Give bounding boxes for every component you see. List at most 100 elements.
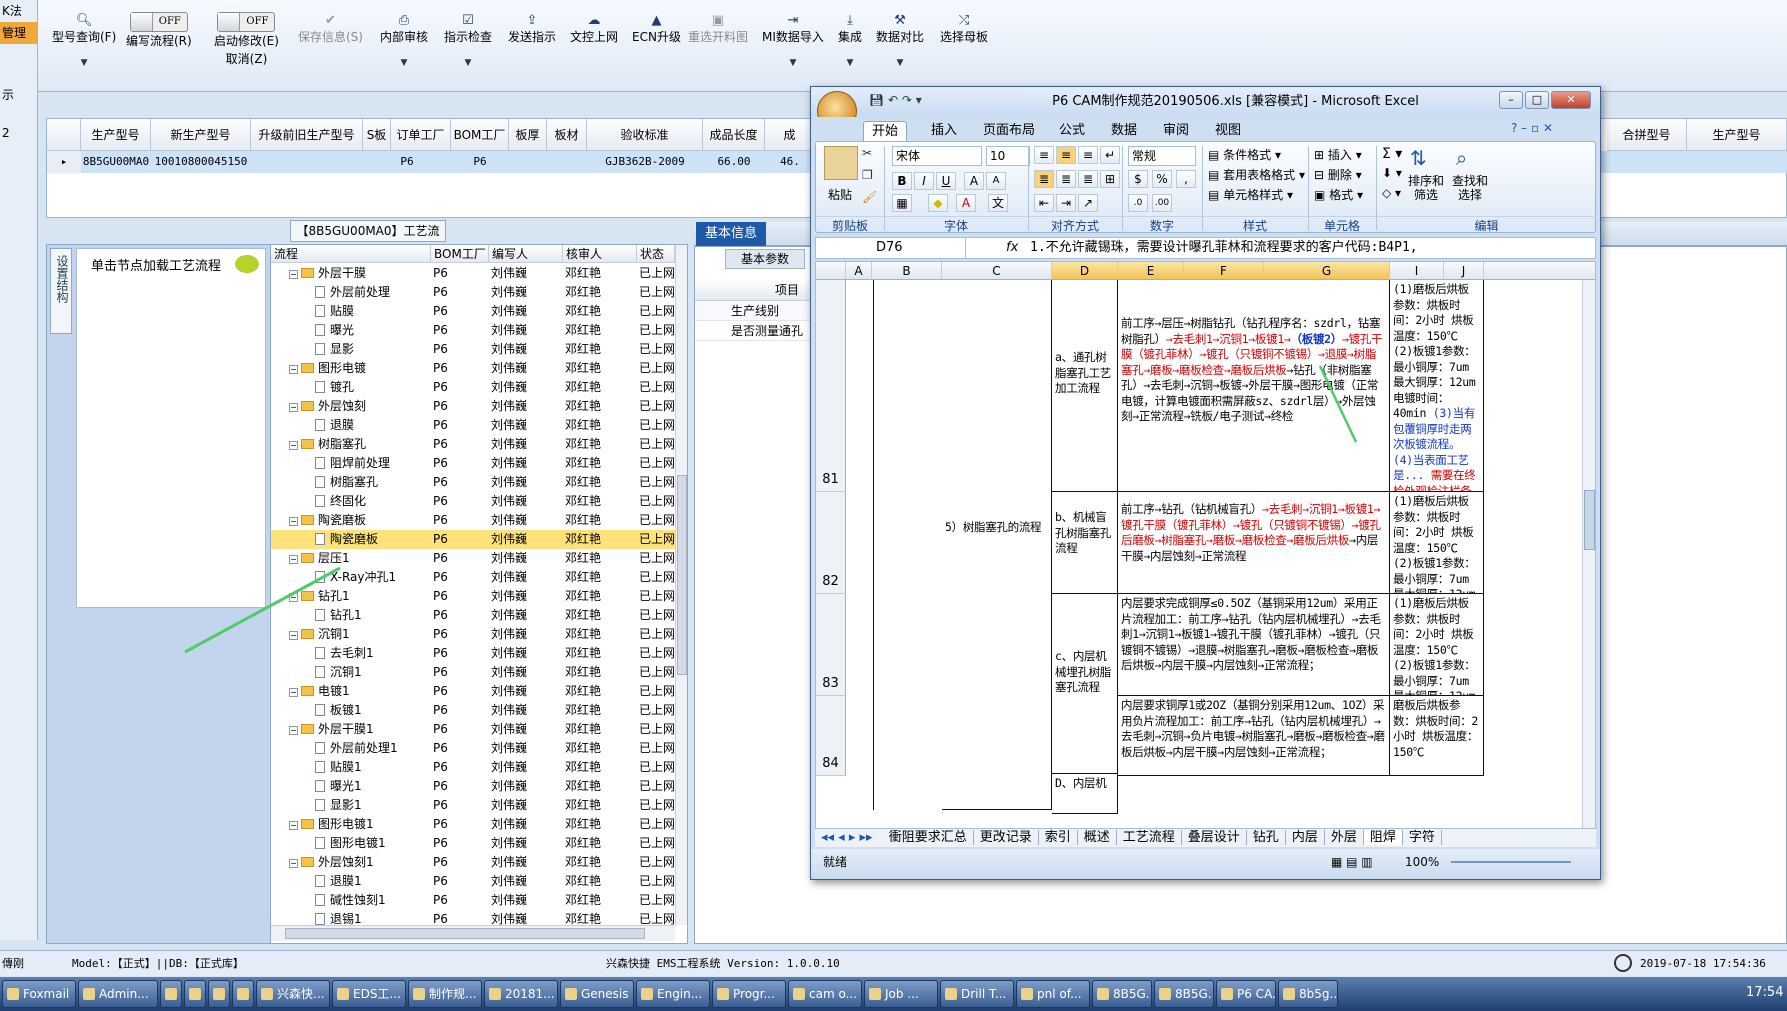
orientation-icon[interactable]: ↗ bbox=[1078, 194, 1098, 212]
collapse-icon[interactable]: − bbox=[289, 403, 298, 412]
sheet-tab[interactable]: 工艺流程 bbox=[1116, 830, 1182, 845]
col-header[interactable]: E bbox=[1118, 262, 1184, 280]
grid-cell[interactable]: P6 bbox=[451, 151, 509, 173]
close-button[interactable]: ✕ bbox=[1551, 91, 1591, 109]
format-cells-button[interactable]: ▣ 格式 ▾ bbox=[1314, 186, 1363, 203]
border-icon[interactable]: ▦ bbox=[892, 194, 912, 212]
chevron-down-icon[interactable]: ▼ bbox=[876, 54, 924, 72]
tab-home[interactable]: 开始 bbox=[863, 121, 908, 143]
tree-row[interactable]: 终固化 P6 刘伟巍 邓红艳 已上网 bbox=[271, 492, 675, 511]
tree-row[interactable]: 曝光1 P6 刘伟巍 邓红艳 已上网 bbox=[271, 777, 675, 796]
sort-filter-button[interactable]: 排序和筛选 bbox=[1406, 174, 1446, 202]
cell-d82[interactable]: b、机械盲孔树脂塞孔流程 bbox=[1052, 492, 1118, 594]
taskbar-button[interactable]: 8b5g... bbox=[1278, 980, 1338, 1008]
grid-cell[interactable]: 8B5GU00MA0 bbox=[81, 151, 151, 173]
sheet-tab[interactable]: 索引 bbox=[1038, 830, 1078, 845]
align-middle-icon[interactable]: ≡ bbox=[1056, 146, 1076, 164]
col-header[interactable]: J bbox=[1444, 262, 1484, 280]
cell-i81[interactable]: (1)磨板后烘板参数：烘板时间：2小时 烘板温度：150℃ (2)板镀1参数：最… bbox=[1390, 280, 1484, 492]
taskbar-button[interactable]: EDS工... bbox=[332, 980, 406, 1008]
grid-cell[interactable]: P6 bbox=[363, 151, 451, 173]
grid-header[interactable]: 验收标准 bbox=[587, 119, 703, 151]
cell-d81[interactable]: a、通孔树脂塞孔工艺加工流程 bbox=[1052, 280, 1118, 492]
tree-row[interactable]: 板镀1 P6 刘伟巍 邓红艳 已上网 bbox=[271, 701, 675, 720]
collapse-icon[interactable]: − bbox=[289, 726, 298, 735]
grid-header[interactable]: BOM工厂 bbox=[451, 119, 509, 151]
grid-header[interactable]: 生产型号 bbox=[1687, 119, 1787, 151]
underline-button[interactable]: U bbox=[936, 172, 956, 190]
wrap-text-icon[interactable]: ↵ bbox=[1100, 146, 1120, 164]
tab-view[interactable]: 视图 bbox=[1207, 121, 1249, 143]
sheet-tab[interactable]: 外层 bbox=[1324, 830, 1364, 845]
select-mother-board-button[interactable]: ⤮ 选择母板 bbox=[940, 12, 988, 46]
internal-review-button[interactable]: ⎙ 内部审核 ▼ bbox=[380, 12, 428, 72]
taskbar-button[interactable]: 制作规... bbox=[408, 980, 482, 1008]
zoom-slider[interactable] bbox=[1451, 861, 1571, 863]
col-header[interactable]: G bbox=[1264, 262, 1390, 280]
name-box[interactable]: D76 bbox=[816, 238, 966, 258]
taskbar-clock[interactable]: 17:54 bbox=[1746, 985, 1783, 1000]
formula-input[interactable]: 1.不允许藏锡珠，需要设计曝孔菲林和流程要求的客户代码:B4P1, bbox=[1030, 238, 1575, 258]
grid-cell[interactable]: GJB362B-2009 bbox=[587, 151, 703, 173]
row-pointer[interactable]: ▸ bbox=[47, 151, 81, 173]
paste-button[interactable]: 粘贴 bbox=[828, 186, 852, 203]
col-header[interactable]: I bbox=[1390, 262, 1444, 280]
tree-header[interactable]: 流程 bbox=[271, 245, 431, 263]
tree-vscrollbar[interactable] bbox=[675, 245, 687, 925]
sheet-tab[interactable]: 内层 bbox=[1285, 830, 1325, 845]
tree-row[interactable]: 曝光 P6 刘伟巍 邓红艳 已上网 bbox=[271, 321, 675, 340]
grid-header[interactable]: 合拼型号 bbox=[1607, 119, 1687, 151]
taskbar-button[interactable] bbox=[184, 980, 206, 1008]
tree-row[interactable]: 退膜 P6 刘伟巍 邓红艳 已上网 bbox=[271, 416, 675, 435]
align-right-icon[interactable]: ≣ bbox=[1078, 170, 1098, 188]
bold-button[interactable]: B bbox=[892, 172, 912, 190]
cell-c-label[interactable]: 5）树脂塞孔的流程 bbox=[942, 280, 1052, 810]
conditional-format-button[interactable]: ▤ 条件格式 ▾ bbox=[1208, 146, 1281, 163]
mi-import-button[interactable]: ⇥ MI数据导入 ▼ bbox=[762, 12, 824, 72]
cell-e82[interactable]: 前工序→钻孔（钻机械盲孔）→去毛刺→沉铜1→板镀1→镀孔干膜（镀孔菲林）→镀孔（… bbox=[1118, 492, 1390, 594]
taskbar-button[interactable]: pnl of... bbox=[1016, 980, 1090, 1008]
grid-cell[interactable]: 46. bbox=[765, 151, 815, 173]
chevron-down-icon[interactable]: ▼ bbox=[838, 54, 862, 72]
delete-cells-button[interactable]: ⊟ 删除 ▾ bbox=[1314, 166, 1362, 183]
tree-row[interactable]: 沉铜1 P6 刘伟巍 邓红艳 已上网 bbox=[271, 663, 675, 682]
col-header[interactable]: C bbox=[942, 262, 1052, 280]
cell-i83[interactable]: (1)磨板后烘板参数：烘板时间：2小时 烘板温度：150℃ (2)板镀1参数：最… bbox=[1390, 594, 1484, 696]
grid-header[interactable]: 成品长度 bbox=[703, 119, 765, 151]
zoom-level[interactable]: 100% bbox=[1405, 849, 1439, 875]
reselect-material-button[interactable]: ▣ 重选开料图 bbox=[688, 12, 748, 46]
sheet-nav-icon[interactable]: ◂◂ ◂ ▸ ▸▸ bbox=[815, 830, 879, 845]
align-bottom-icon[interactable]: ≡ bbox=[1078, 146, 1098, 164]
tree-row[interactable]: 外层前处理 P6 刘伟巍 邓红艳 已上网 bbox=[271, 283, 675, 302]
sheet-tab[interactable]: 更改记录 bbox=[973, 830, 1039, 845]
taskbar-button[interactable]: Drill T... bbox=[940, 980, 1014, 1008]
shrink-font-button[interactable]: A bbox=[986, 172, 1006, 190]
chevron-down-icon[interactable]: ▼ bbox=[444, 54, 492, 72]
taskbar-button[interactable]: 20181... bbox=[484, 980, 558, 1008]
tab-insert[interactable]: 插入 bbox=[923, 121, 965, 143]
tree-row[interactable]: 树脂塞孔 P6 刘伟巍 邓红艳 已上网 bbox=[271, 473, 675, 492]
tree-row[interactable]: 图形电镀1 P6 刘伟巍 邓红艳 已上网 bbox=[271, 834, 675, 853]
tab-basic-info[interactable]: 基本信息 bbox=[696, 222, 766, 246]
currency-icon[interactable]: $ bbox=[1128, 170, 1148, 188]
chevron-down-icon[interactable]: ▼ bbox=[380, 54, 428, 72]
taskbar-button[interactable]: Engin... bbox=[636, 980, 710, 1008]
taskbar-button[interactable]: 8B5G... bbox=[1092, 980, 1152, 1008]
clear-icon[interactable]: ◇ ▾ bbox=[1382, 186, 1401, 200]
grid-header[interactable]: 新生产型号 bbox=[151, 119, 251, 151]
taskbar-button[interactable]: Foxmail bbox=[2, 980, 76, 1008]
grid-header[interactable]: 板厚 bbox=[509, 119, 547, 151]
collapse-icon[interactable]: − bbox=[289, 365, 298, 374]
sheet-tab[interactable]: 概述 bbox=[1077, 830, 1117, 845]
number-format-combo[interactable]: 常规 bbox=[1128, 146, 1196, 166]
col-header[interactable]: D bbox=[1052, 262, 1118, 280]
collapse-icon[interactable]: − bbox=[289, 517, 298, 526]
find-select-button[interactable]: 查找和选择 bbox=[1450, 174, 1490, 202]
function-icon[interactable]: fx bbox=[1006, 238, 1018, 258]
scroll-thumb[interactable] bbox=[1584, 490, 1595, 550]
taskbar-button[interactable]: 兴森快... bbox=[256, 980, 330, 1008]
tree-row[interactable]: − 外层蚀刻 P6 刘伟巍 邓红艳 已上网 bbox=[271, 397, 675, 416]
taskbar-button[interactable] bbox=[208, 980, 230, 1008]
cell-i84[interactable]: 磨板后烘板参数：烘板时间：2小时 烘板温度：150℃ bbox=[1390, 696, 1484, 776]
tree-row[interactable]: 贴膜1 P6 刘伟巍 邓红艳 已上网 bbox=[271, 758, 675, 777]
